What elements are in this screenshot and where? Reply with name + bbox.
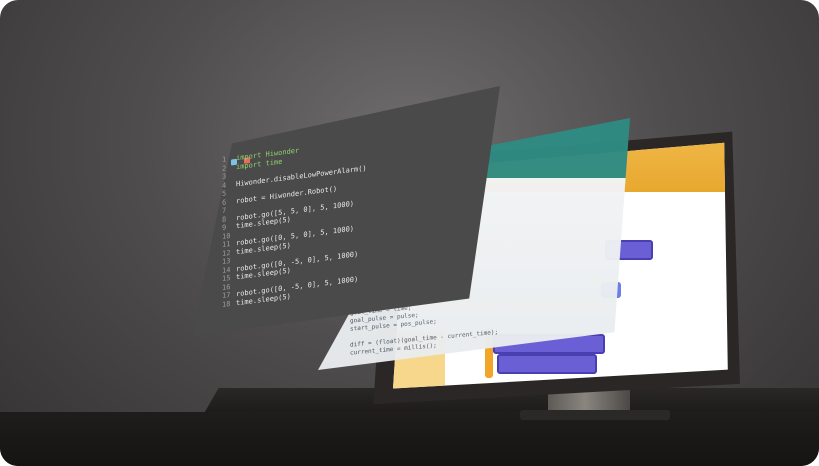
desk-front xyxy=(0,412,819,466)
product-scene: goal_time = time; goal_pulse = pulse; st… xyxy=(0,0,819,466)
monitor-base xyxy=(520,410,670,420)
python-code: 1 import Hiwonder 2 import time 3 4 Hiwonder.d… xyxy=(222,124,482,309)
blockly-block[interactable] xyxy=(497,354,597,374)
